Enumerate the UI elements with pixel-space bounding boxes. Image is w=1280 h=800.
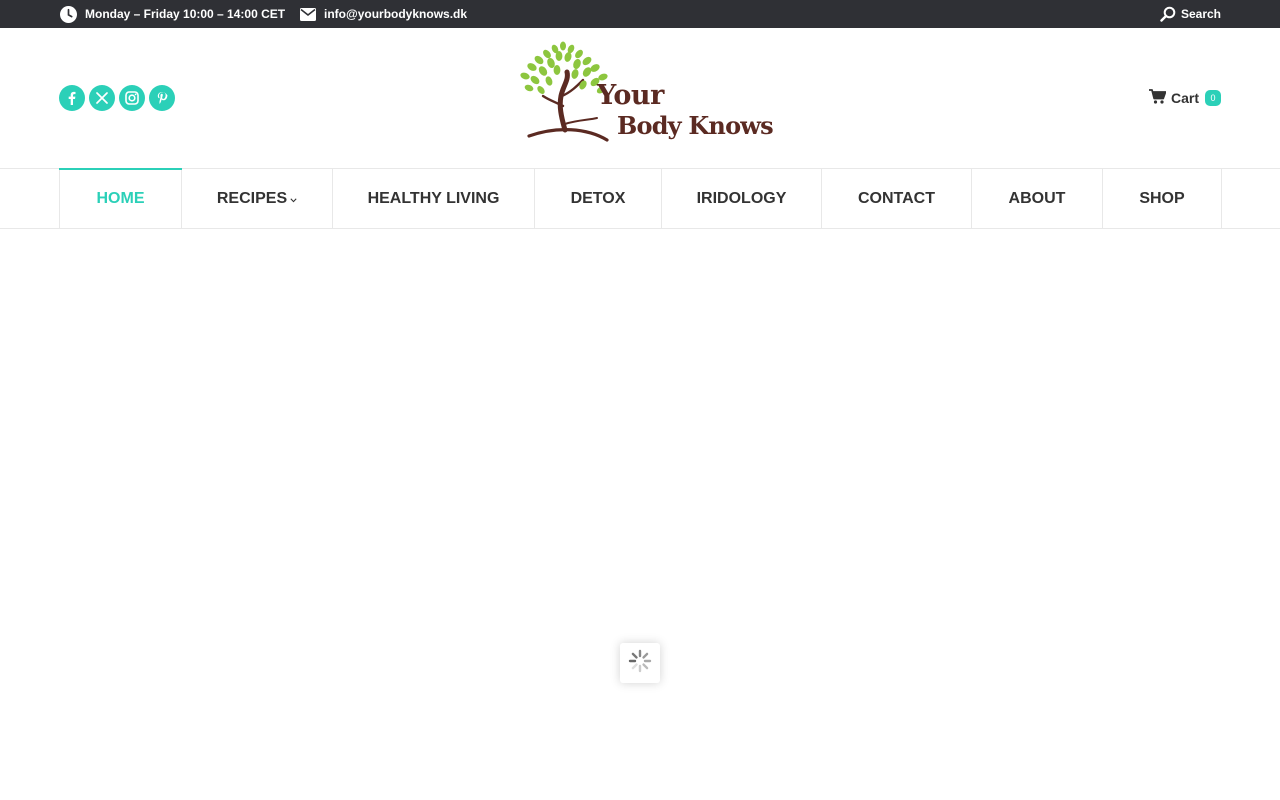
nav-item-about[interactable]: ABOUT (972, 169, 1103, 229)
facebook-icon (66, 91, 78, 105)
cart-button[interactable]: Cart 0 (1148, 89, 1221, 107)
nav-item-contact[interactable]: CONTACT (822, 169, 972, 229)
pinterest-link[interactable] (149, 85, 175, 111)
contact-email-text[interactable]: info@yourbodyknows.dk (324, 7, 467, 21)
business-hours: Monday – Friday 10:00 – 14:00 CET (60, 0, 285, 28)
logo-text-line1: Your (597, 80, 664, 111)
x-twitter-icon (96, 92, 108, 104)
clock-icon (60, 5, 85, 23)
search-label[interactable]: Search (1181, 7, 1221, 21)
nav-item-recipes[interactable]: RECIPES (182, 169, 333, 229)
nav-item-home[interactable]: HOME (59, 168, 182, 229)
top-bar: Monday – Friday 10:00 – 14:00 CET info@y… (0, 0, 1280, 28)
main-navigation: HOME RECIPES HEALTHY LIVING DETOX IRIDOL… (0, 168, 1280, 229)
business-hours-text: Monday – Friday 10:00 – 14:00 CET (85, 7, 286, 21)
social-links (59, 85, 175, 111)
cart-count-badge: 0 (1205, 90, 1221, 106)
nav-item-detox[interactable]: DETOX (535, 169, 662, 229)
nav-item-label[interactable]: DETOX (571, 190, 626, 208)
pinterest-icon (156, 91, 168, 105)
nav-item-label[interactable]: CONTACT (858, 190, 935, 208)
nav-item-shop[interactable]: SHOP (1103, 169, 1222, 229)
nav-item-healthy-living[interactable]: HEALTHY LIVING (333, 169, 535, 229)
envelope-icon (300, 7, 324, 21)
contact-email[interactable]: info@yourbodyknows.dk (300, 0, 467, 28)
facebook-link[interactable] (59, 85, 85, 111)
nav-item-iridology[interactable]: IRIDOLOGY (662, 169, 822, 229)
nav-item-label[interactable]: RECIPES (217, 190, 287, 208)
search-icon (1160, 6, 1181, 22)
x-twitter-link[interactable] (89, 85, 115, 111)
nav-item-label[interactable]: SHOP (1139, 190, 1184, 208)
instagram-icon (125, 91, 139, 105)
chevron-down-icon (290, 190, 297, 208)
nav-item-label[interactable]: IRIDOLOGY (697, 190, 787, 208)
nav-item-label[interactable]: ABOUT (1009, 190, 1066, 208)
loading-spinner (620, 643, 660, 683)
instagram-link[interactable] (119, 85, 145, 111)
logo-text-line2: Body Knows (617, 111, 774, 140)
nav-menu: HOME RECIPES HEALTHY LIVING DETOX IRIDOL… (59, 168, 1222, 229)
site-logo[interactable]: Your Body Knows (517, 40, 774, 146)
spinner-icon (628, 649, 652, 678)
cart-label[interactable]: Cart (1171, 90, 1199, 106)
nav-item-label[interactable]: HEALTHY LIVING (368, 190, 500, 208)
site-header: Your Body Knows Cart 0 (0, 28, 1280, 168)
cart-icon (1148, 89, 1171, 107)
nav-item-label[interactable]: HOME (97, 190, 145, 208)
search-button[interactable]: Search (1160, 0, 1221, 28)
